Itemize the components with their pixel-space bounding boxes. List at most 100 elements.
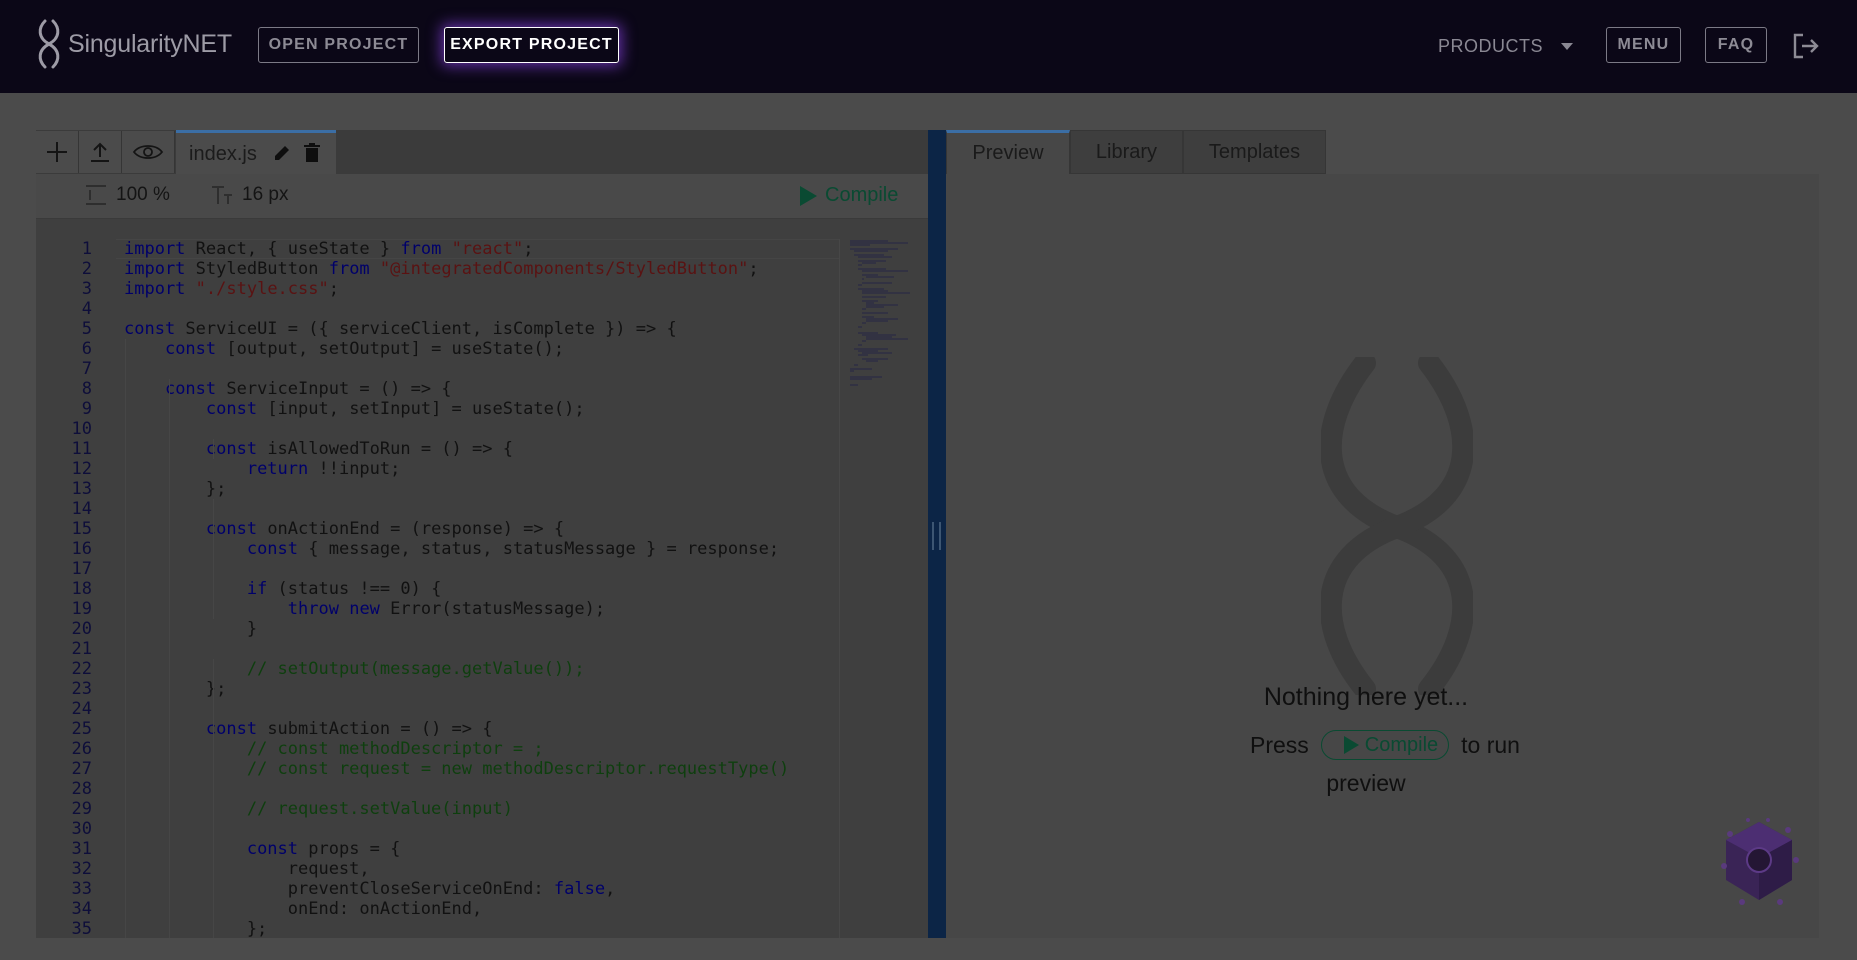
code-editor-panel: index.js 100 % 16 px Compile 1 import Rea… bbox=[36, 130, 928, 938]
code-text: const props = { bbox=[246, 839, 401, 859]
editor-toolbar: 100 % 16 px Compile bbox=[36, 174, 928, 219]
code-text: request, bbox=[124, 859, 370, 879]
code-line: 27 // const request = new methodDescript… bbox=[36, 759, 840, 779]
code-text: if (status !== 0) { bbox=[246, 579, 442, 599]
to-run-text: to run bbox=[1461, 731, 1520, 758]
code-line: 28 bbox=[36, 779, 840, 799]
code-line: 19 throw new Error(statusMessage); bbox=[36, 599, 840, 619]
code-area[interactable]: 1 import React, { useState } from "react"… bbox=[36, 239, 840, 938]
code-text: } bbox=[124, 619, 258, 639]
eye-icon bbox=[132, 145, 164, 159]
preview-panel: Preview Library Templates Nothing here y… bbox=[946, 130, 1819, 938]
logout-icon[interactable] bbox=[1792, 33, 1820, 64]
code-text: // request.setValue(input) bbox=[246, 799, 513, 819]
code-line: 12 return !!input; bbox=[36, 459, 840, 479]
assistant-cube-icon[interactable] bbox=[1718, 816, 1800, 908]
faq-button[interactable]: FAQ bbox=[1705, 27, 1767, 63]
preview-content bbox=[946, 174, 1819, 938]
code-line: 6 const [output, setOutput] = useState()… bbox=[36, 339, 840, 359]
code-text: import "./style.css"; bbox=[124, 279, 339, 299]
code-line: 21 bbox=[36, 639, 840, 659]
export-project-button[interactable]: EXPORT PROJECT bbox=[444, 27, 619, 63]
open-project-button[interactable]: OPEN PROJECT bbox=[258, 27, 419, 63]
compile-pill-label: Compile bbox=[1364, 733, 1439, 756]
line-number: 23 bbox=[71, 679, 92, 699]
line-number: 12 bbox=[71, 459, 92, 479]
brand-logo[interactable]: SingularityNET bbox=[36, 18, 232, 70]
line-height-icon bbox=[86, 185, 106, 205]
file-tab-index-js[interactable]: index.js bbox=[176, 130, 336, 174]
indent-guide bbox=[213, 499, 214, 619]
line-number: 3 bbox=[81, 279, 92, 299]
line-number: 1 bbox=[81, 239, 92, 259]
compile-pill-button[interactable]: Compile bbox=[1320, 730, 1450, 760]
upload-icon bbox=[91, 142, 109, 162]
code-line: 20 } bbox=[36, 619, 840, 639]
code-line: 5 const ServiceUI = ({ serviceClient, isC… bbox=[36, 319, 840, 339]
code-line: 2 import StyledButton from "@integratedCo… bbox=[36, 259, 840, 279]
code-text: onEnd: onActionEnd, bbox=[124, 899, 483, 919]
code-text: throw new Error(statusMessage); bbox=[287, 599, 606, 619]
code-line: 10 bbox=[36, 419, 840, 439]
top-header: SingularityNET OPEN PROJECT EXPORT PROJE… bbox=[0, 0, 1857, 93]
file-tab-label: index.js bbox=[189, 143, 257, 165]
code-line: 15 const onActionEnd = (response) => { bbox=[36, 519, 840, 539]
code-text: const isAllowedToRun = () => { bbox=[205, 439, 513, 459]
line-number: 26 bbox=[71, 739, 92, 759]
play-icon bbox=[800, 185, 817, 206]
code-line: 14 bbox=[36, 499, 840, 519]
line-number: 10 bbox=[71, 419, 92, 439]
empty-state-title: Nothing here yet... bbox=[1263, 683, 1469, 711]
code-line: 18 if (status !== 0) { bbox=[36, 579, 840, 599]
line-number: 31 bbox=[71, 839, 92, 859]
code-text: }; bbox=[124, 479, 227, 499]
chevron-down-icon bbox=[1561, 43, 1574, 50]
rename-file-icon[interactable] bbox=[272, 143, 292, 168]
editor-tab-bar: index.js bbox=[36, 130, 928, 174]
upload-file-button[interactable] bbox=[79, 131, 122, 173]
line-number: 29 bbox=[71, 799, 92, 819]
plus-icon bbox=[47, 142, 67, 162]
tab-library[interactable]: Library bbox=[1070, 130, 1183, 174]
code-text: const [output, setOutput] = useState(); bbox=[164, 339, 565, 359]
code-line: 4 bbox=[36, 299, 840, 319]
line-number: 28 bbox=[71, 779, 92, 799]
line-number: 34 bbox=[71, 899, 92, 919]
code-text: const onActionEnd = (response) => { bbox=[205, 519, 565, 539]
pane-resize-handle[interactable] bbox=[928, 130, 946, 938]
code-text: return !!input; bbox=[246, 459, 401, 479]
play-icon bbox=[1343, 736, 1359, 754]
zoom-control[interactable]: 100 % bbox=[84, 184, 170, 206]
code-line: 7 bbox=[36, 359, 840, 379]
delete-file-icon[interactable] bbox=[304, 143, 320, 168]
line-number: 14 bbox=[71, 499, 92, 519]
products-label: PRODUCTS bbox=[1438, 36, 1544, 56]
line-number: 20 bbox=[71, 619, 92, 639]
font-size-control[interactable]: 16 px bbox=[210, 184, 288, 206]
preview-toggle-button[interactable] bbox=[122, 131, 175, 173]
tab-preview[interactable]: Preview bbox=[946, 130, 1070, 174]
code-line: 24 bbox=[36, 699, 840, 719]
code-text: const [input, setInput] = useState(); bbox=[205, 399, 585, 419]
code-lines: 1 import React, { useState } from "react"… bbox=[36, 239, 840, 938]
add-file-button[interactable] bbox=[36, 131, 79, 173]
menu-button[interactable]: MENU bbox=[1606, 27, 1681, 63]
line-number: 15 bbox=[71, 519, 92, 539]
code-text: // const request = new methodDescriptor.… bbox=[246, 759, 790, 779]
code-line: 33 preventCloseServiceOnEnd: false, bbox=[36, 879, 840, 899]
products-dropdown[interactable]: PRODUCTS bbox=[1438, 36, 1574, 57]
line-number: 2 bbox=[81, 259, 92, 279]
code-line: 23 }; bbox=[36, 679, 840, 699]
line-number: 17 bbox=[71, 559, 92, 579]
code-line: 8 const ServiceInput = () => { bbox=[36, 379, 840, 399]
code-text: import StyledButton from "@integratedCom… bbox=[124, 259, 759, 279]
compile-button[interactable]: Compile bbox=[800, 184, 898, 207]
code-text: const { message, status, statusMessage }… bbox=[246, 539, 780, 559]
line-number: 18 bbox=[71, 579, 92, 599]
code-line: 3 import "./style.css"; bbox=[36, 279, 840, 299]
brand-name: SingularityNET bbox=[68, 29, 232, 58]
code-line: 26 // const methodDescriptor = ; bbox=[36, 739, 840, 759]
code-line: 17 bbox=[36, 559, 840, 579]
code-minimap[interactable] bbox=[848, 238, 926, 418]
tab-templates[interactable]: Templates bbox=[1183, 130, 1326, 174]
